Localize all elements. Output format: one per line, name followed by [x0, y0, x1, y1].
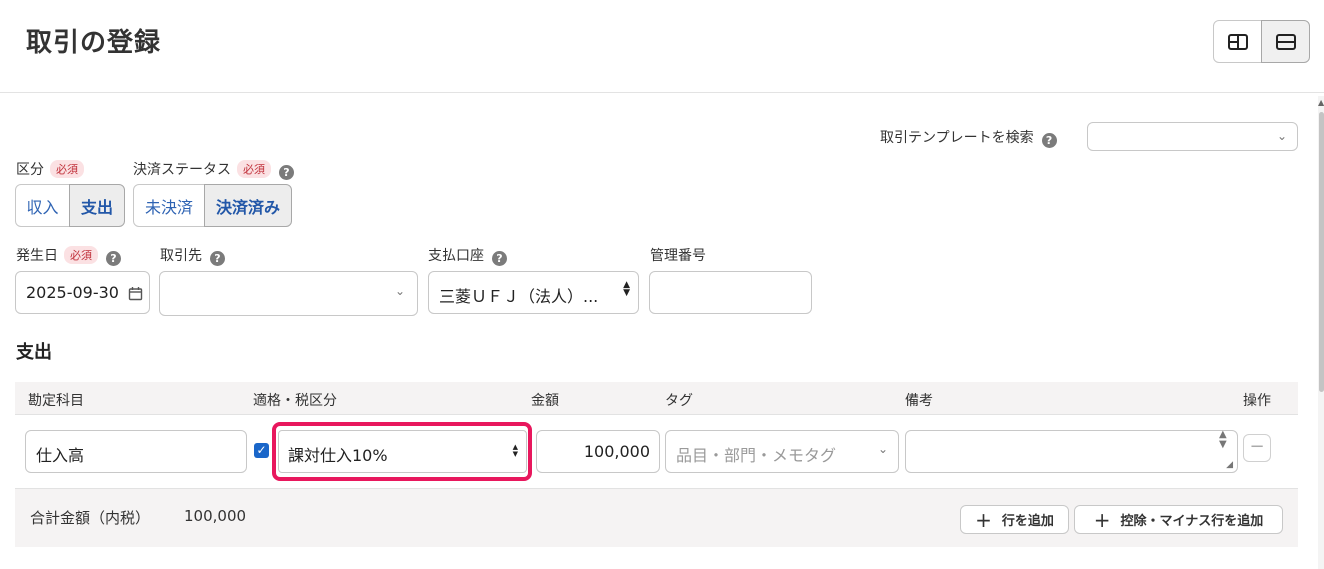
header-divider	[0, 92, 1324, 93]
required-badge: 必須	[64, 246, 98, 264]
select-arrows-icon: ▲ ▼	[512, 443, 518, 458]
help-icon[interactable]: ?	[1041, 133, 1057, 148]
calendar-icon[interactable]	[128, 286, 143, 301]
help-icon[interactable]: ?	[210, 251, 225, 266]
amount-input[interactable]: 100,000	[536, 430, 660, 473]
remove-row-button[interactable]: −	[1243, 434, 1271, 462]
resize-handle-icon[interactable]: ◢	[1226, 460, 1233, 470]
help-icon[interactable]: ?	[106, 251, 121, 266]
header-memo: 備考	[905, 393, 933, 409]
status-label: 決済ステータス 必須?	[133, 159, 294, 180]
required-badge: 必須	[237, 160, 271, 178]
plus-icon: +	[975, 507, 992, 532]
chevron-down-icon: ⌄	[394, 284, 405, 298]
payment-account-select[interactable]: 三菱ＵＦＪ（法人）... ▲ ▼	[428, 271, 639, 314]
header-account: 勘定科目	[28, 393, 84, 409]
add-minus-row-button[interactable]: + 控除・マイナス行を追加	[1074, 505, 1283, 534]
date-input[interactable]: 2025-09-30	[15, 271, 150, 314]
template-search-label: 取引テンプレートを検索?	[880, 127, 1057, 148]
kubun-expense-button[interactable]: 支出	[69, 184, 125, 227]
header-tax: 適格・税区分	[253, 393, 337, 409]
account-item-input[interactable]: 仕入高	[25, 430, 247, 473]
header-ops: 操作	[1243, 393, 1271, 409]
scrollbar-thumb[interactable]	[1319, 112, 1324, 392]
required-badge: 必須	[50, 160, 84, 178]
scroll-up-arrow-icon[interactable]: ▲	[1318, 98, 1324, 107]
manage-no-input[interactable]	[649, 271, 812, 314]
date-label: 発生日 必須?	[16, 245, 121, 266]
table-header	[15, 382, 1298, 415]
status-unsettled-button[interactable]: 未決済	[133, 184, 205, 227]
add-row-button[interactable]: + 行を追加	[960, 505, 1069, 534]
tag-select[interactable]: 品目・部門・メモタグ ⌄	[665, 430, 899, 473]
partner-label: 取引先?	[160, 245, 225, 266]
split-layout-icon	[1227, 33, 1248, 50]
split-view-toggle[interactable]	[1213, 20, 1262, 63]
section-title: 支出	[16, 342, 52, 363]
help-icon[interactable]: ?	[279, 165, 294, 180]
select-arrows-icon: ▲ ▼	[623, 280, 630, 298]
kubun-income-button[interactable]: 収入	[15, 184, 70, 227]
header-amount: 金額	[531, 393, 559, 409]
template-search-select[interactable]: ⌄	[1087, 122, 1298, 151]
partner-select[interactable]: ⌄	[159, 271, 418, 316]
account-label: 支払口座?	[428, 245, 507, 266]
page-title: 取引の登録	[26, 28, 162, 58]
chevron-down-icon: ⌄	[1276, 129, 1287, 143]
qualified-checkbox[interactable]: ✓	[254, 443, 269, 458]
plus-icon: +	[1093, 507, 1111, 532]
reorder-handle-icon[interactable]: ▲ ▼	[1219, 430, 1227, 450]
tax-category-select[interactable]: 課対仕入10% ▲ ▼	[278, 430, 527, 473]
chevron-down-icon: ⌄	[877, 442, 888, 456]
header-tag: タグ	[665, 393, 693, 409]
kubun-label: 区分 必須	[16, 159, 84, 179]
status-settled-button[interactable]: 決済済み	[204, 184, 292, 227]
total-label: 合計金額（内税）	[30, 509, 151, 527]
manage-no-label: 管理番号	[650, 248, 706, 264]
help-icon[interactable]: ?	[492, 251, 507, 266]
total-value: 100,000	[184, 507, 247, 525]
stacked-view-toggle[interactable]	[1261, 20, 1310, 63]
stacked-layout-icon	[1275, 33, 1296, 50]
memo-textarea[interactable]: ◢	[905, 430, 1238, 473]
